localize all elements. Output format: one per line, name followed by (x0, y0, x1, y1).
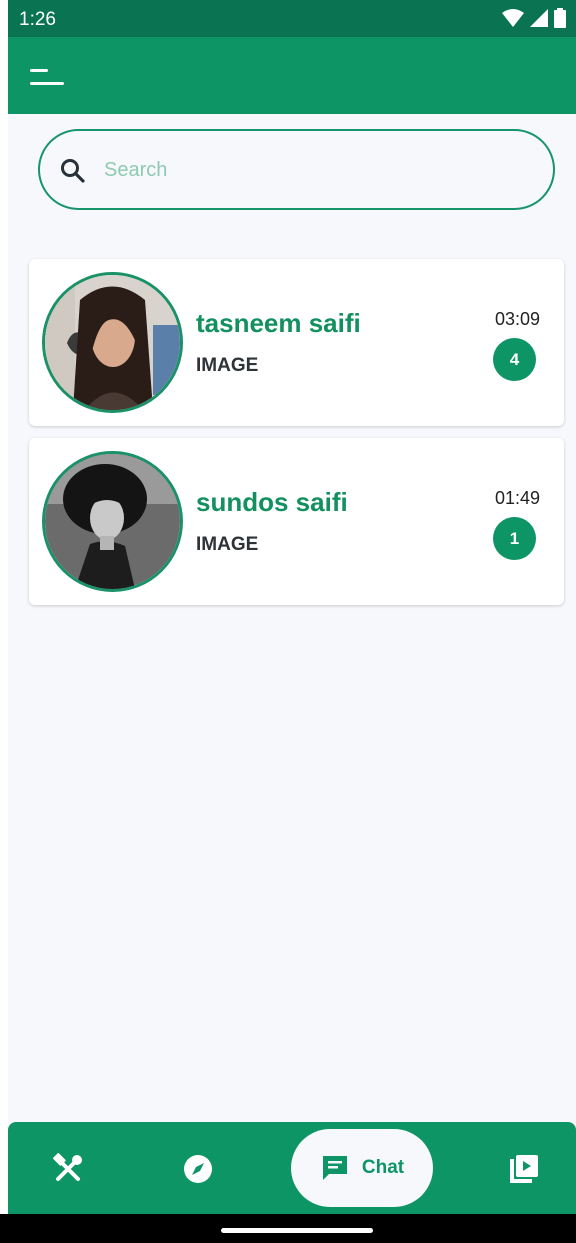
gesture-bar (0, 1214, 576, 1243)
avatar[interactable] (42, 451, 183, 592)
unread-badge: 4 (493, 338, 536, 381)
chat-item[interactable]: tasneem saifi IMAGE 03:09 4 (29, 259, 564, 426)
battery-icon (554, 8, 566, 28)
chat-name: tasneem saifi (196, 308, 361, 338)
avatar[interactable] (42, 272, 183, 413)
unread-badge: 1 (493, 517, 536, 560)
nav-explore[interactable] (178, 1151, 218, 1187)
tools-icon (53, 1153, 82, 1181)
nav-media[interactable] (504, 1151, 544, 1187)
explore-compass-icon (184, 1155, 212, 1183)
chat-list-screen: 1:26 Search tasneem saifi IMAGE 03:09 4 … (8, 0, 576, 1243)
nav-tools[interactable] (48, 1151, 88, 1187)
wifi-icon (502, 9, 524, 27)
chat-preview: IMAGE (196, 534, 259, 555)
home-indicator[interactable] (221, 1228, 373, 1233)
chat-icon (322, 1156, 347, 1180)
chat-preview: IMAGE (196, 355, 259, 376)
menu-button[interactable] (26, 61, 70, 97)
search-bar[interactable] (38, 129, 555, 210)
nav-chat[interactable]: Chat (291, 1129, 433, 1207)
status-time: 1:26 (19, 9, 56, 30)
search-icon (61, 159, 85, 183)
signal-icon (530, 9, 548, 27)
nav-chat-label: Chat (361, 1157, 405, 1178)
menu-icon (30, 69, 64, 85)
search-input[interactable] (104, 151, 524, 189)
video-library-icon (510, 1155, 538, 1183)
bottom-navigation: Chat (8, 1122, 576, 1214)
status-bar: 1:26 (8, 0, 576, 37)
app-bar (8, 37, 576, 114)
status-icons (502, 8, 566, 28)
chat-name: sundos saifi (196, 487, 348, 517)
chat-item[interactable]: sundos saifi IMAGE 01:49 1 (29, 438, 564, 605)
chat-time: 01:49 (494, 488, 540, 508)
chat-time: 03:09 (494, 309, 540, 329)
